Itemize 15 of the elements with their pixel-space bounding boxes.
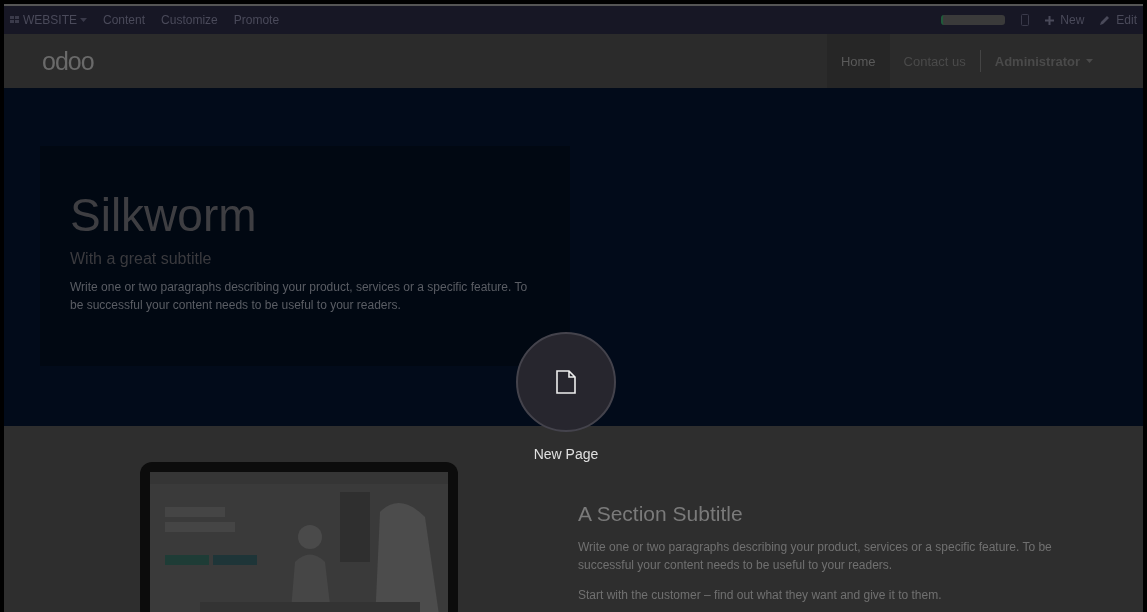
logo[interactable]: odoo xyxy=(42,46,94,76)
pencil-icon xyxy=(1100,15,1111,25)
section-text: Start with the customer – find out what they want and give it to them. xyxy=(578,587,943,604)
apps-icon xyxy=(10,16,20,24)
page-icon xyxy=(556,370,576,394)
status-pill xyxy=(941,15,1006,25)
hero-subtitle: With a great subtitle xyxy=(70,250,213,268)
hero-title: Silkworm xyxy=(70,188,258,242)
section-text: Write one or two paragraphs describing your product, services or a specific feature. To be successful your content needs to be useful to your readers. xyxy=(578,539,1053,574)
mobile-icon[interactable] xyxy=(1021,14,1030,26)
hero-text: Write one or two paragraphs describing your product, services or a specific feature. To be successful your content needs to be useful to your readers. xyxy=(70,279,529,314)
plus-icon xyxy=(1045,15,1055,25)
section-title: A Section Subtitle xyxy=(578,502,744,526)
caret-icon xyxy=(80,18,87,22)
new-page-label: New Page xyxy=(533,446,599,462)
